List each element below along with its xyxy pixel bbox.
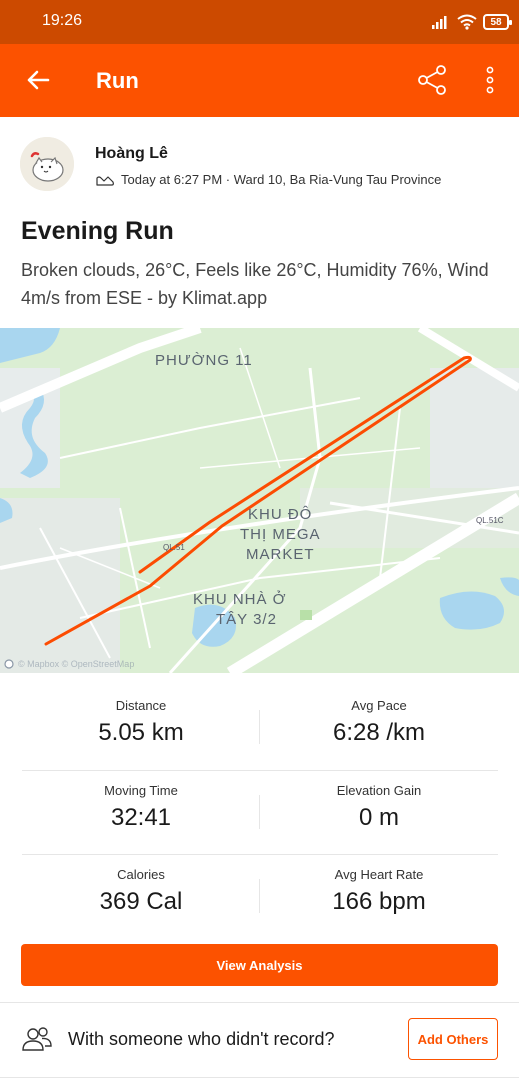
map-attribution[interactable]: © Mapbox © OpenStreetMap xyxy=(4,659,134,669)
status-time: 19:26 xyxy=(42,12,83,29)
stat-label: Elevation Gain xyxy=(336,782,422,798)
map-label-mega-2: THỊ MEGA xyxy=(240,526,321,543)
stat-distance: Distance 5.05 km xyxy=(22,686,260,770)
app-bar: Run xyxy=(0,44,519,117)
activity-title: Evening Run xyxy=(21,217,174,245)
status-bar: 19:26 58 xyxy=(0,0,519,44)
wifi-icon xyxy=(457,14,477,30)
stats-row: Calories 369 Cal Avg Heart Rate 166 bpm xyxy=(22,855,498,940)
stats-row: Distance 5.05 km Avg Pace 6:28 /km xyxy=(22,686,498,771)
activity-description: Broken clouds, 26°C, Feels like 26°C, Hu… xyxy=(21,260,489,308)
map-label-mega-1: KHU ĐÔ xyxy=(248,506,313,523)
map-label-road-small: QL.51 xyxy=(163,543,185,552)
activity-meta: Today at 6:27 PM · Ward 10, Ba Ria-Vung … xyxy=(95,172,441,187)
activity-time-location: Today at 6:27 PM · Ward 10, Ba Ria-Vung … xyxy=(121,172,442,187)
stat-calories: Calories 369 Cal xyxy=(22,855,260,939)
athlete-header: Hoàng Lê Today at 6:27 PM · Ward 10, Ba … xyxy=(0,117,519,207)
route-map[interactable]: PHƯỜNG 11 KHU ĐÔ THỊ MEGA MARKET KHU NHÀ… xyxy=(0,328,519,673)
battery-level: 58 xyxy=(490,16,502,28)
stat-value: 369 Cal xyxy=(99,888,183,915)
stats-grid: Distance 5.05 km Avg Pace 6:28 /km Movin… xyxy=(22,686,498,940)
avatar[interactable] xyxy=(20,137,74,191)
stat-value: 5.05 km xyxy=(98,719,184,746)
map-label-ward: PHƯỜNG 11 xyxy=(155,352,253,369)
battery-icon: 58 xyxy=(483,14,512,30)
stat-label: Moving Time xyxy=(104,782,178,798)
share-icon[interactable] xyxy=(414,62,450,98)
stat-elevation-gain: Elevation Gain 0 m xyxy=(260,771,498,855)
signal-icon xyxy=(432,16,447,29)
stat-label: Distance xyxy=(115,698,167,713)
status-icons: 58 xyxy=(431,10,512,34)
stat-moving-time: Moving Time 32:41 xyxy=(22,771,260,855)
stat-value: 6:28 /km xyxy=(332,719,426,746)
stat-value: 32:41 xyxy=(110,803,172,831)
map-label-tay-1: KHU NHÀ Ở xyxy=(193,591,287,608)
map-label-mega-3: MARKET xyxy=(246,546,315,563)
stat-avg-pace: Avg Pace 6:28 /km xyxy=(260,686,498,770)
map-attribution-text: © Mapbox © OpenStreetMap xyxy=(18,659,135,669)
view-analysis-button[interactable]: View Analysis xyxy=(21,944,498,986)
stats-row: Moving Time 32:41 Elevation Gain 0 m xyxy=(22,771,498,855)
add-others-button[interactable]: Add Others xyxy=(408,1018,498,1060)
stat-label: Avg Pace xyxy=(351,698,407,713)
map-label-road: QL.51C xyxy=(476,516,504,525)
stat-value: 166 bpm xyxy=(332,888,426,915)
add-others-row: With someone who didn't record? Add Othe… xyxy=(0,1003,519,1077)
athlete-name[interactable]: Hoàng Lê xyxy=(95,145,168,163)
back-arrow-icon[interactable] xyxy=(22,64,54,96)
stat-avg-heart-rate: Avg Heart Rate 166 bpm xyxy=(260,855,498,939)
page-title: Run xyxy=(96,68,139,93)
divider xyxy=(0,1077,519,1078)
mapbox-icon xyxy=(4,659,14,669)
stat-label: Calories xyxy=(117,867,165,882)
stat-value: 0 m xyxy=(358,803,399,831)
shoe-icon xyxy=(96,175,114,186)
others-prompt: With someone who didn't record? xyxy=(68,1029,335,1049)
people-icon xyxy=(22,1027,52,1051)
stat-label: Avg Heart Rate xyxy=(334,867,424,882)
more-vertical-icon[interactable] xyxy=(478,62,502,98)
map-label-tay-2: TÂY 3/2 xyxy=(216,611,277,628)
